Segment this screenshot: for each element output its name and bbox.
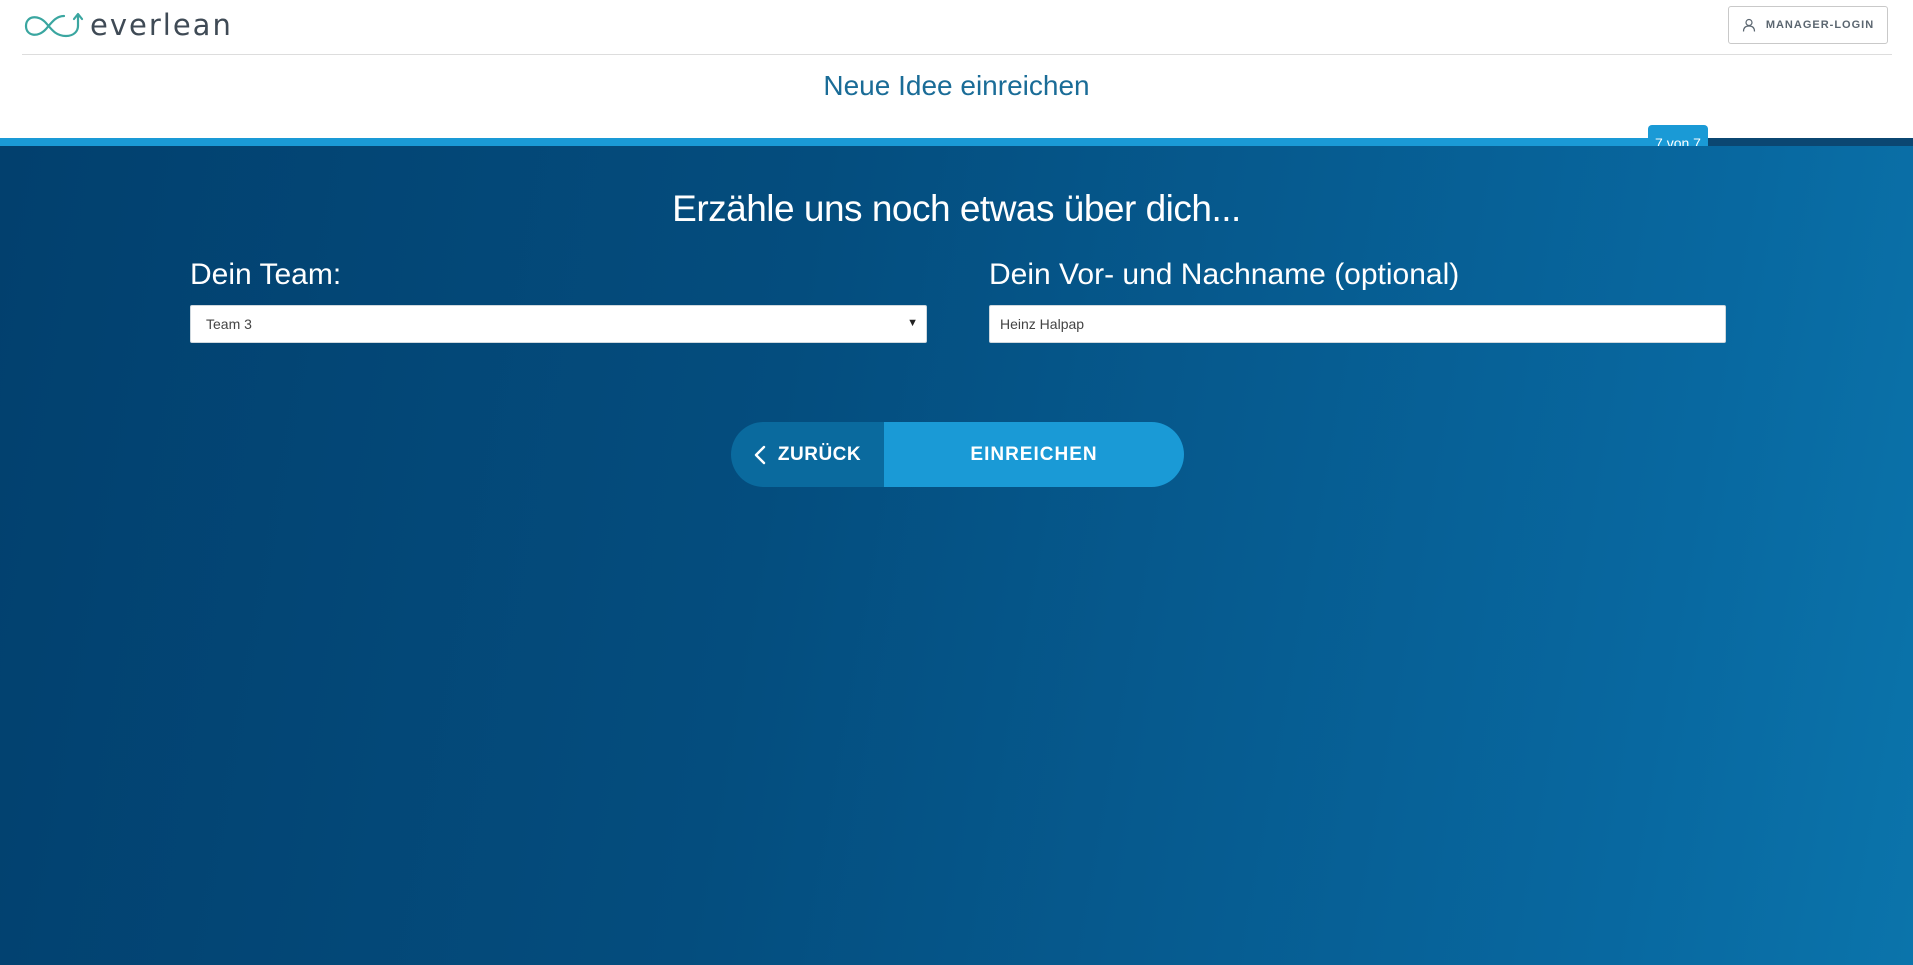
progress-fill xyxy=(0,138,1684,146)
team-label: Dein Team: xyxy=(190,258,342,291)
top-header: everlean MANAGER-LOGIN xyxy=(0,0,1913,55)
form-heading: Erzähle uns noch etwas über dich... xyxy=(672,188,1241,229)
name-input[interactable] xyxy=(989,305,1726,343)
manager-login-button[interactable]: MANAGER-LOGIN xyxy=(1728,6,1888,44)
page-title: Neue Idee einreichen xyxy=(823,70,1090,101)
submit-button-label: EINREICHEN xyxy=(970,443,1098,465)
everlean-logo[interactable]: everlean xyxy=(22,8,233,44)
progress-bar xyxy=(0,138,1913,146)
navigation-buttons: ZURÜCK EINREICHEN xyxy=(731,422,1184,487)
name-label: Dein Vor- und Nachname (optional) xyxy=(989,258,1460,291)
submit-button[interactable]: EINREICHEN xyxy=(884,422,1184,487)
team-select-value: Team 3 xyxy=(206,316,252,332)
back-button-label: ZURÜCK xyxy=(777,443,862,465)
form-panel: Erzähle uns noch etwas über dich... Dein… xyxy=(0,146,1913,965)
team-select[interactable]: Team 3 ▼ xyxy=(190,305,927,343)
user-icon xyxy=(1742,18,1756,32)
infinity-logo-icon xyxy=(24,12,84,38)
logo-text: everlean xyxy=(90,8,233,42)
caret-down-icon: ▼ xyxy=(907,317,918,329)
back-button[interactable]: ZURÜCK xyxy=(731,422,884,487)
header-divider xyxy=(22,54,1892,55)
manager-login-label: MANAGER-LOGIN xyxy=(1765,19,1875,31)
chevron-left-icon xyxy=(754,445,766,465)
